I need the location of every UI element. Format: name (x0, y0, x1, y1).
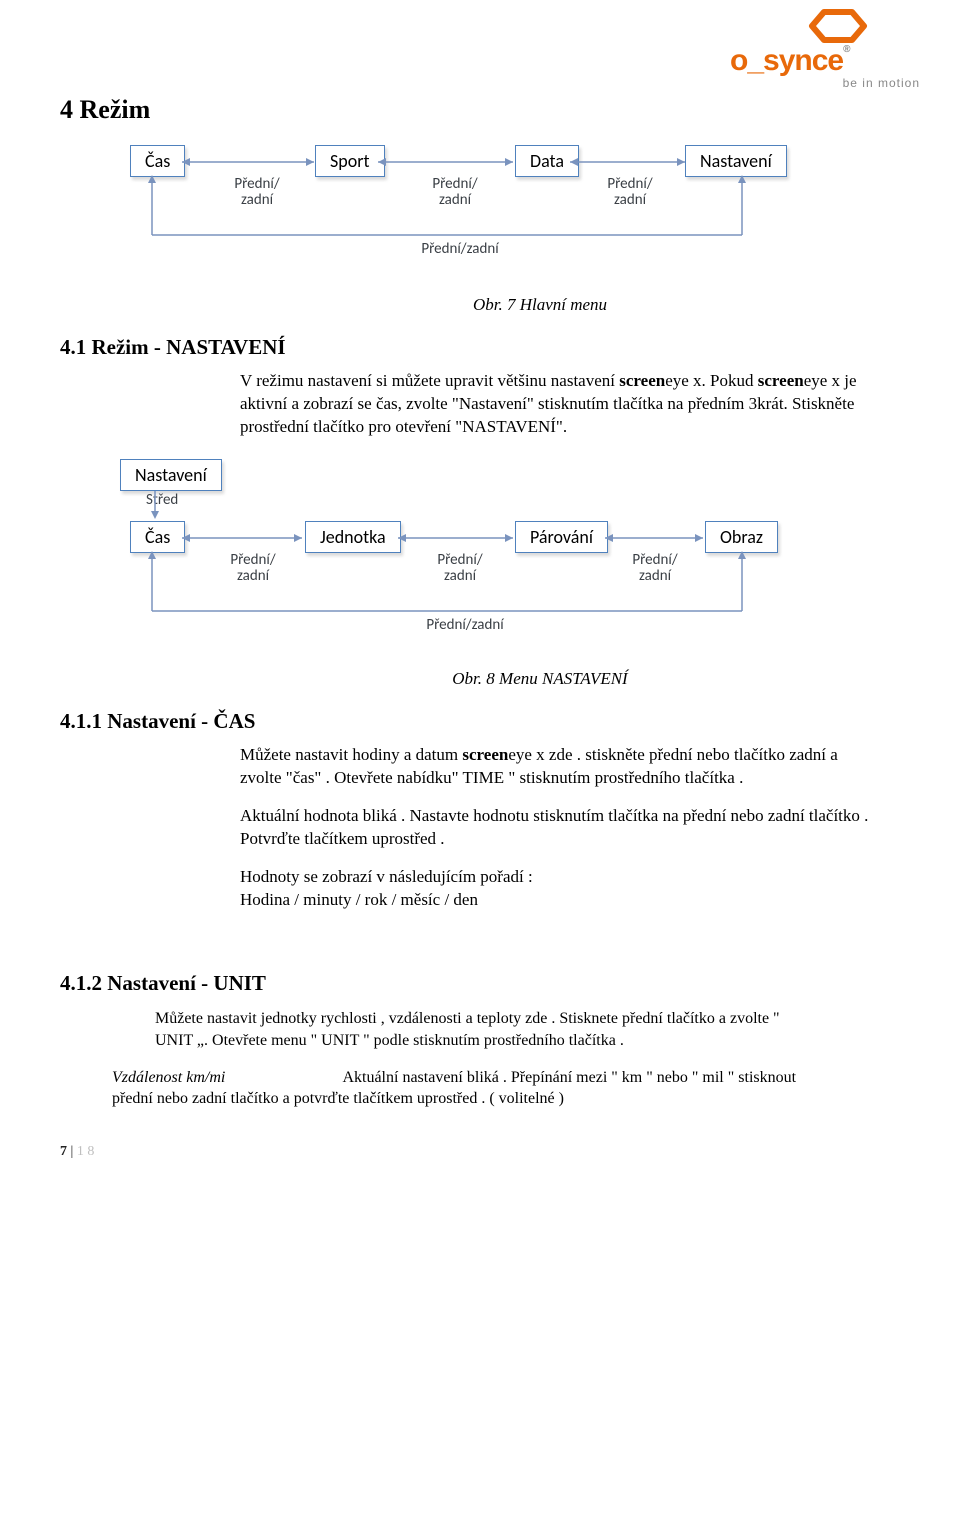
figure-7-caption: Obr. 7 Hlavní menu (180, 295, 900, 315)
diag2-arrow-1 (182, 533, 308, 543)
logo-tagline: be in motion (730, 76, 920, 90)
heading-4-1-1: 4.1.1 Nastavení - ČAS (60, 709, 900, 734)
diag1-bottom-arrow (142, 175, 782, 245)
diag2-arrow-2 (398, 533, 518, 543)
diag1-box-sport: Sport (315, 145, 385, 177)
para-unit-2: Vzdálenost km/mi Aktuální nastavení blik… (112, 1067, 830, 1110)
diag2-bottom-arrow (142, 551, 782, 621)
diagram-main-menu: Čas Sport Data Nastavení Přední/ zadní P… (120, 145, 900, 275)
diag2-box-parovani: Párování (515, 521, 608, 553)
diag2-arrow-3 (605, 533, 705, 543)
diag2-bottom-label: Přední/zadní (405, 616, 525, 634)
para-cas-2: Aktuální hodnota bliká . Nastavte hodnot… (240, 805, 870, 851)
diag2-box-cas: Čas (130, 521, 185, 553)
diagram-nastaveni-menu: Nastavení Střed Čas Jednotka Párování Ob… (120, 459, 900, 649)
diag2-box-jednotka: Jednotka (305, 521, 401, 553)
diag2-down-arrow (150, 491, 160, 521)
para-rezim-nastaveni: V režimu nastavení si můžete upravit vět… (240, 370, 870, 439)
para-cas-3: Hodnoty se zobrazí v následujícím pořadí… (240, 866, 870, 912)
figure-8-caption: Obr. 8 Menu NASTAVENÍ (180, 669, 900, 689)
diag1-box-nastaveni: Nastavení (685, 145, 787, 177)
diag1-arrow-1 (182, 157, 322, 167)
diag1-box-cas: Čas (130, 145, 185, 177)
para-cas-1: Můžete nastavit hodiny a datum screeneye… (240, 744, 870, 790)
logo-brand-text: o_synce® (730, 44, 920, 78)
diag2-box-obraz: Obraz (705, 521, 778, 553)
diag2-topbox: Nastavení (120, 459, 222, 491)
diag1-bottom-label: Přední/zadní (400, 240, 520, 258)
diag1-arrow-2 (378, 157, 518, 167)
diag1-arrow-3 (570, 157, 690, 167)
heading-4: 4 Režim (60, 95, 900, 125)
page-footer: 7 | 1 8 (60, 1144, 94, 1160)
distance-label: Vzdálenost km/mi (112, 1069, 225, 1086)
logo-hex-icon (806, 8, 870, 44)
para-unit-1: Můžete nastavit jednotky rychlosti , vzd… (155, 1008, 790, 1051)
heading-4-1: 4.1 Režim - NASTAVENÍ (60, 335, 900, 360)
brand-logo: o_synce® be in motion (730, 8, 920, 90)
heading-4-1-2: 4.1.2 Nastavení - UNIT (60, 971, 900, 996)
page: o_synce® be in motion 4 Režim Čas Sport … (0, 0, 960, 1155)
